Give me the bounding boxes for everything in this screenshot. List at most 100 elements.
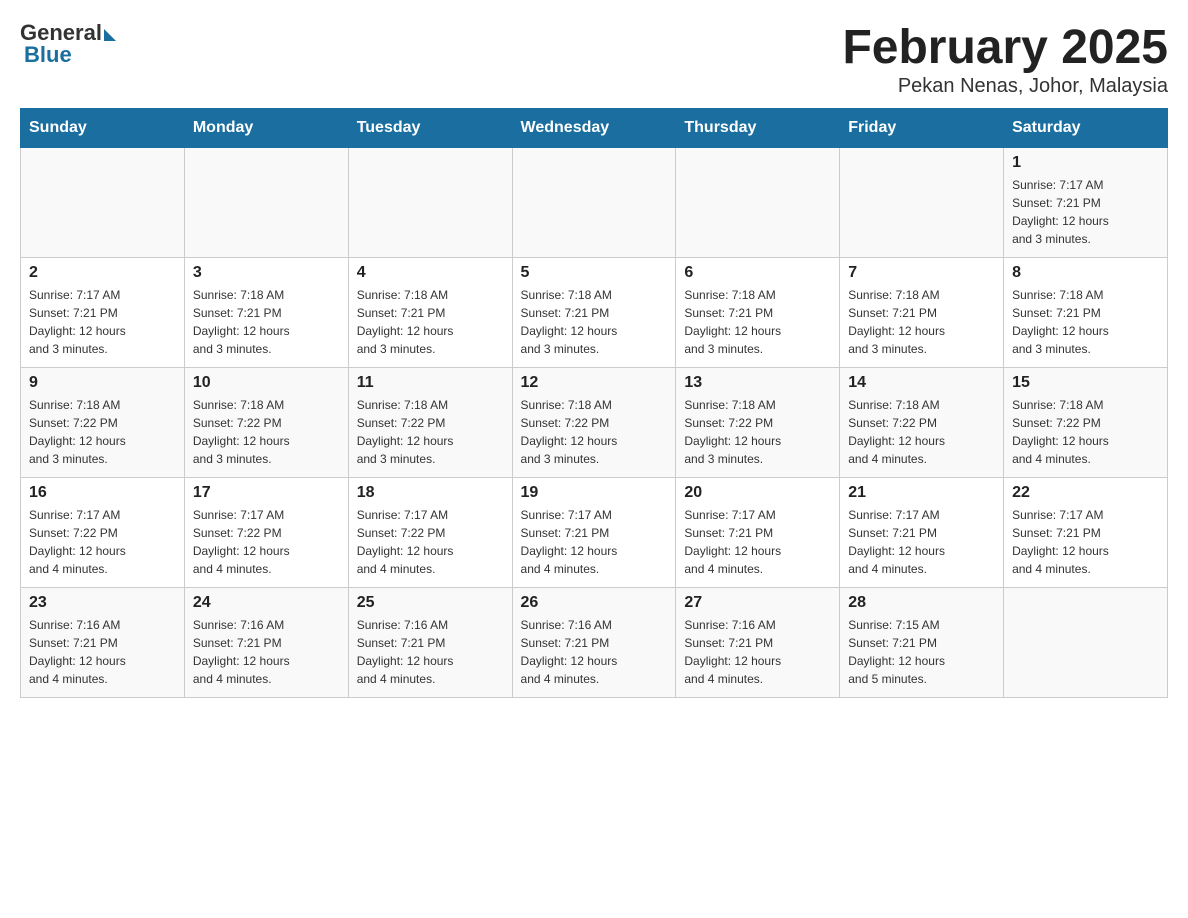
calendar-cell: 13 Sunrise: 7:18 AM Sunset: 7:22 PM Dayli…: [676, 368, 840, 478]
day-info: Sunrise: 7:18 AM Sunset: 7:21 PM Dayligh…: [193, 286, 340, 358]
day-number: 8: [1012, 264, 1159, 282]
day-number: 3: [193, 264, 340, 282]
day-info: Sunrise: 7:17 AM Sunset: 7:21 PM Dayligh…: [29, 286, 176, 358]
day-number: 28: [848, 594, 995, 612]
logo: General Blue: [20, 20, 116, 68]
day-info: Sunrise: 7:16 AM Sunset: 7:21 PM Dayligh…: [357, 616, 504, 688]
calendar-cell: 10 Sunrise: 7:18 AM Sunset: 7:22 PM Dayli…: [184, 368, 348, 478]
calendar-cell: 7 Sunrise: 7:18 AM Sunset: 7:21 PM Daylig…: [840, 258, 1004, 368]
day-info: Sunrise: 7:15 AM Sunset: 7:21 PM Dayligh…: [848, 616, 995, 688]
day-info: Sunrise: 7:18 AM Sunset: 7:22 PM Dayligh…: [684, 396, 831, 468]
title-block: February 2025 Pekan Nenas, Johor, Malays…: [842, 20, 1168, 98]
day-number: 18: [357, 484, 504, 502]
day-number: 10: [193, 374, 340, 392]
day-number: 6: [684, 264, 831, 282]
calendar-cell: 19 Sunrise: 7:17 AM Sunset: 7:21 PM Dayli…: [512, 478, 676, 588]
location-subtitle: Pekan Nenas, Johor, Malaysia: [842, 75, 1168, 98]
calendar-cell: [1004, 588, 1168, 698]
calendar-cell: [21, 148, 185, 258]
calendar-cell: 8 Sunrise: 7:18 AM Sunset: 7:21 PM Daylig…: [1004, 258, 1168, 368]
calendar-cell: 27 Sunrise: 7:16 AM Sunset: 7:21 PM Dayli…: [676, 588, 840, 698]
day-number: 23: [29, 594, 176, 612]
day-info: Sunrise: 7:16 AM Sunset: 7:21 PM Dayligh…: [193, 616, 340, 688]
day-info: Sunrise: 7:17 AM Sunset: 7:21 PM Dayligh…: [1012, 176, 1159, 248]
day-info: Sunrise: 7:17 AM Sunset: 7:22 PM Dayligh…: [357, 506, 504, 578]
day-number: 9: [29, 374, 176, 392]
day-number: 4: [357, 264, 504, 282]
calendar-cell: 11 Sunrise: 7:18 AM Sunset: 7:22 PM Dayli…: [348, 368, 512, 478]
calendar-cell: 18 Sunrise: 7:17 AM Sunset: 7:22 PM Dayli…: [348, 478, 512, 588]
day-number: 22: [1012, 484, 1159, 502]
calendar-week-row: 16 Sunrise: 7:17 AM Sunset: 7:22 PM Dayli…: [21, 478, 1168, 588]
day-info: Sunrise: 7:18 AM Sunset: 7:22 PM Dayligh…: [193, 396, 340, 468]
weekday-header-saturday: Saturday: [1004, 109, 1168, 148]
day-info: Sunrise: 7:16 AM Sunset: 7:21 PM Dayligh…: [521, 616, 668, 688]
day-info: Sunrise: 7:18 AM Sunset: 7:22 PM Dayligh…: [357, 396, 504, 468]
month-title: February 2025: [842, 20, 1168, 75]
calendar-cell: 20 Sunrise: 7:17 AM Sunset: 7:21 PM Dayli…: [676, 478, 840, 588]
calendar-cell: [348, 148, 512, 258]
day-info: Sunrise: 7:16 AM Sunset: 7:21 PM Dayligh…: [29, 616, 176, 688]
logo-blue-text: Blue: [24, 42, 72, 68]
calendar-week-row: 9 Sunrise: 7:18 AM Sunset: 7:22 PM Daylig…: [21, 368, 1168, 478]
day-info: Sunrise: 7:18 AM Sunset: 7:21 PM Dayligh…: [521, 286, 668, 358]
day-number: 7: [848, 264, 995, 282]
day-info: Sunrise: 7:18 AM Sunset: 7:21 PM Dayligh…: [357, 286, 504, 358]
calendar-cell: 28 Sunrise: 7:15 AM Sunset: 7:21 PM Dayli…: [840, 588, 1004, 698]
calendar-cell: 9 Sunrise: 7:18 AM Sunset: 7:22 PM Daylig…: [21, 368, 185, 478]
day-info: Sunrise: 7:16 AM Sunset: 7:21 PM Dayligh…: [684, 616, 831, 688]
day-info: Sunrise: 7:18 AM Sunset: 7:21 PM Dayligh…: [848, 286, 995, 358]
day-number: 17: [193, 484, 340, 502]
day-number: 25: [357, 594, 504, 612]
calendar-week-row: 1 Sunrise: 7:17 AM Sunset: 7:21 PM Daylig…: [21, 148, 1168, 258]
day-info: Sunrise: 7:18 AM Sunset: 7:22 PM Dayligh…: [521, 396, 668, 468]
day-number: 16: [29, 484, 176, 502]
day-number: 5: [521, 264, 668, 282]
day-number: 20: [684, 484, 831, 502]
day-number: 1: [1012, 154, 1159, 172]
calendar-table: SundayMondayTuesdayWednesdayThursdayFrid…: [20, 108, 1168, 698]
day-info: Sunrise: 7:17 AM Sunset: 7:21 PM Dayligh…: [1012, 506, 1159, 578]
day-number: 13: [684, 374, 831, 392]
day-info: Sunrise: 7:17 AM Sunset: 7:21 PM Dayligh…: [521, 506, 668, 578]
day-info: Sunrise: 7:18 AM Sunset: 7:22 PM Dayligh…: [1012, 396, 1159, 468]
day-info: Sunrise: 7:17 AM Sunset: 7:21 PM Dayligh…: [684, 506, 831, 578]
day-number: 12: [521, 374, 668, 392]
day-number: 14: [848, 374, 995, 392]
calendar-cell: [184, 148, 348, 258]
calendar-week-row: 2 Sunrise: 7:17 AM Sunset: 7:21 PM Daylig…: [21, 258, 1168, 368]
calendar-cell: 3 Sunrise: 7:18 AM Sunset: 7:21 PM Daylig…: [184, 258, 348, 368]
weekday-header-friday: Friday: [840, 109, 1004, 148]
day-number: 11: [357, 374, 504, 392]
calendar-cell: 12 Sunrise: 7:18 AM Sunset: 7:22 PM Dayli…: [512, 368, 676, 478]
calendar-cell: 16 Sunrise: 7:17 AM Sunset: 7:22 PM Dayli…: [21, 478, 185, 588]
day-info: Sunrise: 7:18 AM Sunset: 7:21 PM Dayligh…: [1012, 286, 1159, 358]
day-info: Sunrise: 7:17 AM Sunset: 7:22 PM Dayligh…: [29, 506, 176, 578]
day-number: 26: [521, 594, 668, 612]
day-info: Sunrise: 7:17 AM Sunset: 7:21 PM Dayligh…: [848, 506, 995, 578]
calendar-cell: 23 Sunrise: 7:16 AM Sunset: 7:21 PM Dayli…: [21, 588, 185, 698]
day-info: Sunrise: 7:17 AM Sunset: 7:22 PM Dayligh…: [193, 506, 340, 578]
day-info: Sunrise: 7:18 AM Sunset: 7:22 PM Dayligh…: [29, 396, 176, 468]
day-number: 2: [29, 264, 176, 282]
day-number: 19: [521, 484, 668, 502]
calendar-cell: 14 Sunrise: 7:18 AM Sunset: 7:22 PM Dayli…: [840, 368, 1004, 478]
calendar-cell: 21 Sunrise: 7:17 AM Sunset: 7:21 PM Dayli…: [840, 478, 1004, 588]
day-number: 24: [193, 594, 340, 612]
weekday-header-row: SundayMondayTuesdayWednesdayThursdayFrid…: [21, 109, 1168, 148]
day-number: 15: [1012, 374, 1159, 392]
calendar-cell: 22 Sunrise: 7:17 AM Sunset: 7:21 PM Dayli…: [1004, 478, 1168, 588]
weekday-header-sunday: Sunday: [21, 109, 185, 148]
weekday-header-tuesday: Tuesday: [348, 109, 512, 148]
weekday-header-wednesday: Wednesday: [512, 109, 676, 148]
calendar-cell: 25 Sunrise: 7:16 AM Sunset: 7:21 PM Dayli…: [348, 588, 512, 698]
day-number: 21: [848, 484, 995, 502]
calendar-cell: 17 Sunrise: 7:17 AM Sunset: 7:22 PM Dayli…: [184, 478, 348, 588]
day-info: Sunrise: 7:18 AM Sunset: 7:22 PM Dayligh…: [848, 396, 995, 468]
calendar-cell: [676, 148, 840, 258]
day-info: Sunrise: 7:18 AM Sunset: 7:21 PM Dayligh…: [684, 286, 831, 358]
calendar-cell: 15 Sunrise: 7:18 AM Sunset: 7:22 PM Dayli…: [1004, 368, 1168, 478]
calendar-week-row: 23 Sunrise: 7:16 AM Sunset: 7:21 PM Dayli…: [21, 588, 1168, 698]
day-number: 27: [684, 594, 831, 612]
calendar-cell: 2 Sunrise: 7:17 AM Sunset: 7:21 PM Daylig…: [21, 258, 185, 368]
